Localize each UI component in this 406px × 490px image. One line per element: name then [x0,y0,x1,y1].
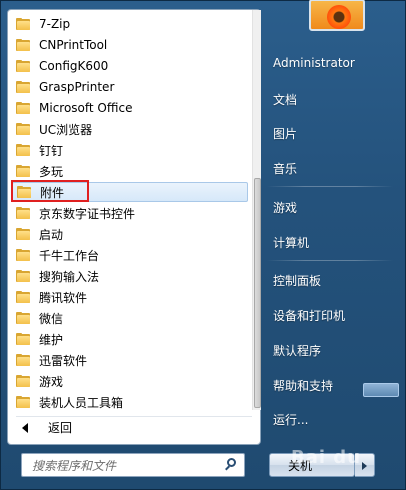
menu-item-control-panel[interactable]: 控制面板 [273,272,321,289]
folder-icon [16,354,30,366]
flower-picture-icon [327,5,351,29]
folder-icon [16,375,30,387]
program-label: UC浏览器 [39,122,93,137]
program-label: 游戏 [39,374,64,389]
program-item-7zip[interactable]: 7-Zip [12,14,248,34]
back-arrow-icon [22,422,28,433]
program-item-dingtalk[interactable]: 钉钉 [12,140,248,160]
user-avatar[interactable] [309,0,365,31]
folder-icon [16,60,30,72]
menu-item-games[interactable]: 游戏 [273,199,297,216]
folder-icon [16,102,30,114]
folder-icon [16,165,30,177]
folder-icon [16,144,30,156]
menu-item-pictures[interactable]: 图片 [273,125,297,142]
search-placeholder: 搜索程序和文件 [32,458,117,473]
program-item-microsoft-office[interactable]: Microsoft Office [12,98,248,118]
folder-icon [16,207,30,219]
program-item-startup[interactable]: 启动 [12,224,248,244]
back-button[interactable]: 返回 [16,416,252,438]
scrollbar-thumb[interactable] [254,178,261,408]
folder-icon [16,81,30,93]
submenu-expander[interactable] [363,383,399,397]
program-item-games[interactable]: 游戏 [12,371,248,391]
search-icon[interactable] [224,458,238,472]
programs-pane: 7-Zip CNPrintTool ConfigK600 GraspPrinte… [7,9,261,445]
chevron-right-icon [362,462,367,470]
program-item-tencent-software[interactable]: 腾讯软件 [12,287,248,307]
menu-item-devices-printers[interactable]: 设备和打印机 [273,307,345,324]
program-label: 维护 [39,332,64,347]
menu-item-documents[interactable]: 文档 [273,91,297,108]
folder-icon [16,396,30,408]
program-item-cnprinttool[interactable]: CNPrintTool [12,35,248,55]
annotation-highlight-box [11,180,89,202]
start-menu: 7-Zip CNPrintTool ConfigK600 GraspPrinte… [0,0,406,490]
separator [267,260,393,261]
folder-icon [16,333,30,345]
program-label: 装机人员工具箱 [39,395,124,410]
program-item-sogou-input[interactable]: 搜狗输入法 [12,266,248,286]
program-item-graspprinter[interactable]: GraspPrinter [12,77,248,97]
folder-icon [16,270,30,282]
program-item-uc-browser[interactable]: UC浏览器 [12,119,248,139]
program-label: CNPrintTool [39,38,108,52]
folder-icon [16,39,30,51]
folder-icon [16,228,30,240]
program-label: ConfigK600 [39,59,109,73]
program-item-installer-toolbox[interactable]: 装机人员工具箱 [12,392,248,410]
program-label: 腾讯软件 [39,290,88,305]
program-label: 多玩 [39,164,64,179]
program-list-scrollbar[interactable] [252,10,261,410]
program-label: 搜狗输入法 [39,269,100,284]
program-label: 启动 [39,227,64,242]
search-input[interactable]: 搜索程序和文件 [21,453,245,477]
baidu-watermark: Bai du [291,447,362,468]
program-label: 京东数字证书控件 [39,206,136,221]
program-label: 微信 [39,311,64,326]
program-label: 迅雷软件 [39,353,88,368]
program-item-duowan[interactable]: 多玩 [12,161,248,181]
user-name[interactable]: Administrator [273,56,355,70]
back-label: 返回 [48,421,73,435]
menu-item-help-support[interactable]: 帮助和支持 [273,377,333,394]
separator [267,186,393,187]
program-item-xunlei[interactable]: 迅雷软件 [12,350,248,370]
program-label: 7-Zip [39,17,71,31]
program-item-wechat[interactable]: 微信 [12,308,248,328]
program-label: 钉钉 [39,143,64,158]
folder-icon [16,291,30,303]
program-item-qianniu[interactable]: 千牛工作台 [12,245,248,265]
folder-icon [16,123,30,135]
menu-item-computer[interactable]: 计算机 [273,234,309,251]
folder-icon [16,249,30,261]
program-item-configk600[interactable]: ConfigK600 [12,56,248,76]
program-list: 7-Zip CNPrintTool ConfigK600 GraspPrinte… [8,10,252,410]
program-label: 千牛工作台 [39,248,100,263]
program-label: Microsoft Office [39,101,133,115]
folder-icon [16,18,30,30]
menu-item-default-programs[interactable]: 默认程序 [273,342,321,359]
folder-icon [16,312,30,324]
program-item-jd-certificate[interactable]: 京东数字证书控件 [12,203,248,223]
program-label: GraspPrinter [39,80,115,94]
program-item-maintenance[interactable]: 维护 [12,329,248,349]
menu-item-music[interactable]: 音乐 [273,160,297,177]
menu-item-run[interactable]: 运行... [273,411,308,428]
